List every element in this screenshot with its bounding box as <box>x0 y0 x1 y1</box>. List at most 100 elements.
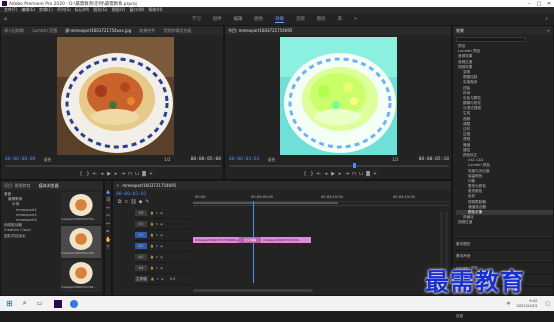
tab-lumetri-scopes[interactable]: Lumetri 范围 <box>32 28 57 34</box>
track-header[interactable]: A3🔒⇆◉ <box>135 263 191 274</box>
hand-tool-icon[interactable]: ✋ <box>105 237 111 243</box>
export-frame-icon[interactable]: ◙ <box>141 171 148 177</box>
workspace-libraries[interactable]: 库 <box>338 16 342 22</box>
workspace-learn[interactable]: 学习 <box>192 16 201 22</box>
step-back-icon[interactable]: ◂ <box>323 171 330 177</box>
lock-icon[interactable]: 🔒 <box>150 266 154 270</box>
home-icon[interactable]: ⌂ <box>4 16 7 22</box>
more-workspaces-icon[interactable]: » <box>354 16 357 22</box>
sync-icon[interactable]: ⇆ <box>157 277 160 281</box>
notification-icon[interactable]: ▢ <box>545 301 550 307</box>
lock-icon[interactable]: 🔒 <box>150 233 154 237</box>
sync-icon[interactable]: ⇆ <box>156 222 159 226</box>
lock-icon[interactable]: 🔒 <box>151 277 155 281</box>
step-forward-icon[interactable]: ▸ <box>337 171 344 177</box>
go-to-out-icon[interactable]: ⇥ <box>120 171 127 177</box>
step-back-icon[interactable]: ◂ <box>99 171 106 177</box>
lock-icon[interactable]: 🔒 <box>150 244 154 248</box>
go-to-in-icon[interactable]: ⇤ <box>316 171 323 177</box>
mark-out-icon[interactable]: } <box>309 171 316 177</box>
workspace-effects[interactable]: 效果 <box>275 16 284 23</box>
workspace-audio[interactable]: 音频 <box>296 16 305 22</box>
extract-icon[interactable]: ⊔ <box>358 171 365 177</box>
track-header[interactable]: A1🔒⇆◉ <box>135 241 191 252</box>
source-timecode-left[interactable]: 00:00:00:00 <box>5 157 35 162</box>
eye-icon[interactable]: ◉ <box>160 233 163 237</box>
selection-tool-icon[interactable]: ▲ <box>105 189 111 195</box>
track-header[interactable]: V1🔒⇆◉ <box>135 230 191 241</box>
tab-sequence[interactable]: mmexport1603721754695 <box>122 183 176 188</box>
tab-source-none[interactable]: 源:(无剪辑) <box>4 28 24 34</box>
search-icon[interactable]: ⌕ <box>23 299 27 308</box>
tab-program[interactable]: 节目: mmexport1603721754695 <box>228 28 292 34</box>
workspace-editing[interactable]: 编辑 <box>234 16 243 22</box>
track-label[interactable]: A1 <box>135 243 147 249</box>
track-header[interactable]: V3🔒⇆◉ <box>135 208 191 219</box>
pen-tool-icon[interactable]: ✒ <box>105 229 111 235</box>
workspace-assembly[interactable]: 组件 <box>213 16 222 22</box>
program-playhead[interactable] <box>353 163 356 168</box>
sync-icon[interactable]: ⇆ <box>156 233 159 237</box>
sync-icon[interactable]: ⇆ <box>156 255 159 259</box>
track-label[interactable]: A2 <box>135 254 147 260</box>
track-label[interactable]: A3 <box>135 265 147 271</box>
wrench-icon[interactable]: ✎ <box>144 199 151 205</box>
panel-tab[interactable]: 信息 <box>456 310 553 322</box>
insert-icon[interactable]: ⊓ <box>127 171 134 177</box>
go-to-out-icon[interactable]: ⇥ <box>344 171 351 177</box>
workspace-color[interactable]: 颜色 <box>254 16 263 22</box>
lock-icon[interactable]: 🔒 <box>150 222 154 226</box>
play-icon[interactable]: ▶ <box>330 171 337 177</box>
track-label[interactable]: 主声道 <box>135 276 148 282</box>
tray-date[interactable]: 2021/10/15 <box>517 304 538 309</box>
media-thumbnail[interactable]: mmexport1603721754... <box>61 192 101 224</box>
tab-project[interactable]: 项目: 最需教育 <box>4 183 31 189</box>
source-scrubber[interactable] <box>5 165 221 167</box>
media-thumbnail[interactable]: mmexport1603721745... <box>61 260 101 292</box>
go-to-in-icon[interactable]: ⇤ <box>92 171 99 177</box>
panel-tab[interactable]: 基本声音 <box>456 250 553 262</box>
tab-effect-controls[interactable]: 效果控件 <box>139 28 155 34</box>
lock-icon[interactable]: 🔒 <box>150 211 154 215</box>
browser-taskbar-icon[interactable] <box>70 300 78 308</box>
timeline-scrollbar[interactable] <box>193 289 313 292</box>
effects-search-input[interactable] <box>456 37 526 42</box>
eye-icon[interactable]: ◉ <box>160 222 163 226</box>
search-icon[interactable]: ⌕ <box>545 16 548 22</box>
tray-language[interactable]: 中 <box>507 301 511 307</box>
panel-menu-icon[interactable]: ≡ <box>547 28 550 33</box>
add-button-icon[interactable]: + <box>148 171 155 177</box>
tab-source-clip[interactable]: 源:mmexport1603721754xxx.jpg <box>65 28 131 34</box>
panel-tab[interactable]: 基本图形 <box>456 238 553 250</box>
track-label[interactable]: V1 <box>135 232 147 238</box>
eye-icon[interactable]: ◉ <box>160 266 163 270</box>
sync-icon[interactable]: ⇆ <box>156 244 159 248</box>
maximize-button[interactable]: □ <box>534 1 544 7</box>
track-label[interactable]: V2 <box>135 221 147 227</box>
master-volume-value[interactable]: 0.0 <box>170 277 176 281</box>
timeline-ruler[interactable]: 00:00 00:00:05:00 00:00:10:00 00:00:15:0… <box>193 192 449 206</box>
mark-out-icon[interactable]: } <box>85 171 92 177</box>
play-icon[interactable]: ▶ <box>106 171 113 177</box>
eye-icon[interactable]: ◉ <box>161 277 164 281</box>
program-fit-select[interactable]: 适合 <box>267 157 275 163</box>
track-header[interactable]: A2🔒⇆◉ <box>135 252 191 263</box>
track-header[interactable]: V2🔒⇆◉ <box>135 219 191 230</box>
snap-icon[interactable]: ⊂ <box>123 199 130 205</box>
minimize-button[interactable]: – <box>524 1 534 7</box>
overwrite-icon[interactable]: ⊔ <box>134 171 141 177</box>
ripple-edit-tool-icon[interactable]: ⟛ <box>105 205 111 211</box>
eye-icon[interactable]: ◉ <box>160 211 163 215</box>
mark-in-icon[interactable]: { <box>302 171 309 177</box>
close-sequence-icon[interactable]: ✕ <box>116 183 119 188</box>
program-scrubber[interactable] <box>229 165 449 167</box>
media-tree-item[interactable]: 团队项目版本 <box>4 234 56 239</box>
track-header[interactable]: 主声道🔒⇆◉ 0.0 <box>135 274 191 285</box>
windows-start-icon[interactable]: ⊞ <box>6 299 13 308</box>
close-button[interactable]: ✕ <box>544 1 554 7</box>
program-page-indicator[interactable]: 1/2 <box>392 157 398 162</box>
media-thumbnail[interactable]: mmexport1603721749... <box>61 226 101 258</box>
add-button-icon[interactable]: + <box>372 171 379 177</box>
source-fit-select[interactable]: 适合 <box>43 157 51 163</box>
transition-cross-dissolve[interactable]: 交叉溶解 <box>239 237 261 243</box>
